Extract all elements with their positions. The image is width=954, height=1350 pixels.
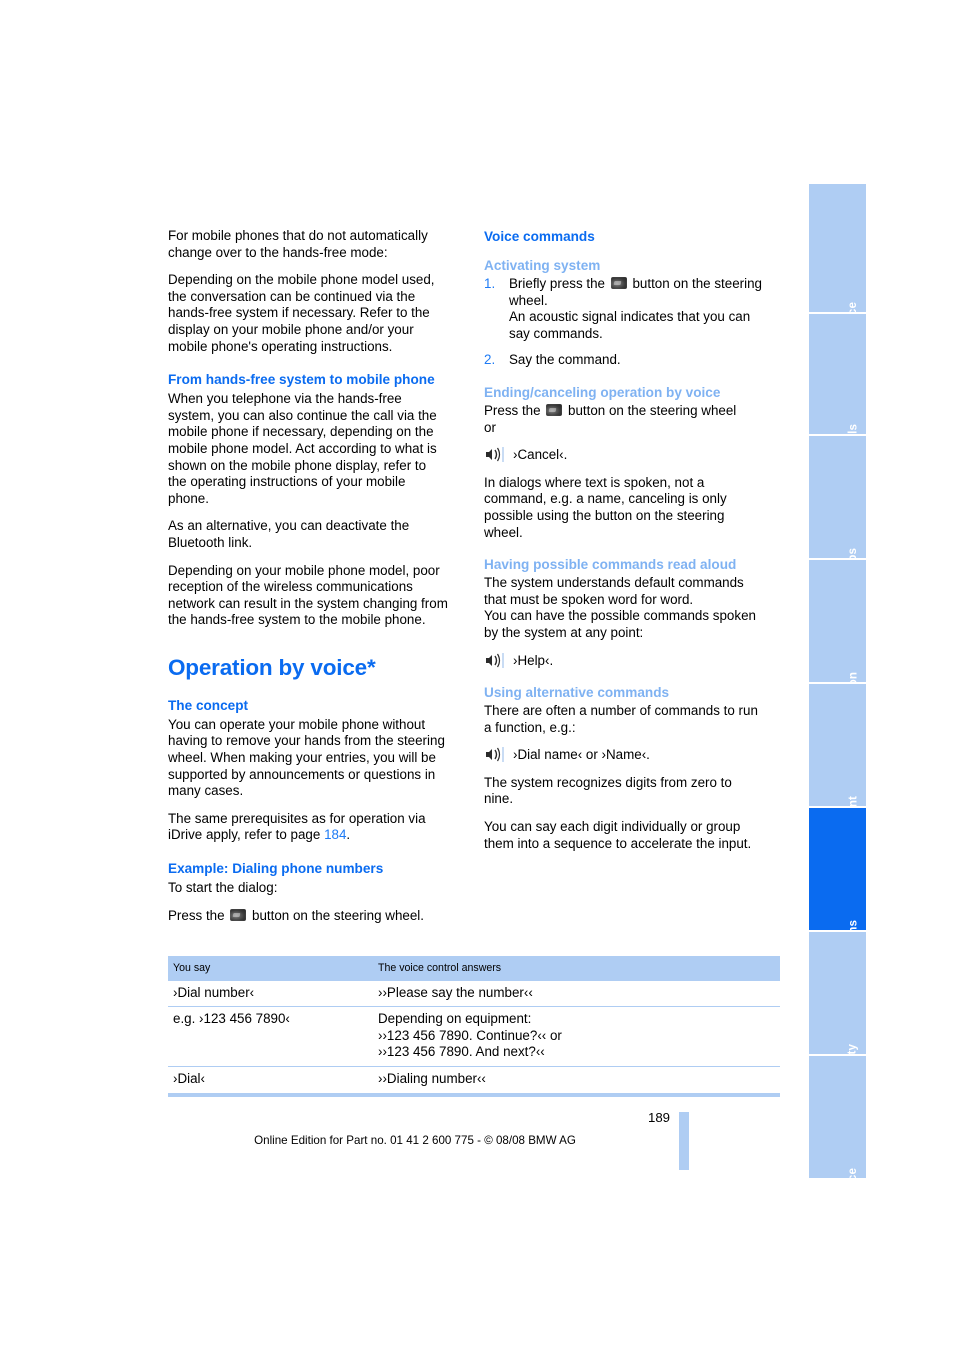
alternative-paragraph-1: There are often a number of commands to …: [484, 703, 758, 735]
column-header-you-say: You say: [168, 956, 373, 981]
sidebar-tab-reference[interactable]: Reference: [809, 1056, 866, 1225]
table-row: ›Dial number‹ ››Please say the number‹‹: [168, 980, 780, 1008]
answer-line: ››123 456 7890. And next?‹‹: [378, 1044, 545, 1060]
heading-alternative-commands: Using alternative commands: [484, 685, 670, 701]
table-header-row: You say The voice control answers: [168, 956, 780, 981]
cell-answer: ››Please say the number‹‹: [373, 980, 780, 1008]
alternative-paragraph-2: The system recognizes digits from zero t…: [484, 774, 732, 807]
voice-command-text: ›Dial name‹ or ›Name‹.: [513, 747, 650, 763]
example-paragraph-1: To start the dialog:: [168, 880, 278, 896]
step-number: 1.: [484, 276, 496, 291]
ending-text-before: Press the: [484, 402, 545, 418]
sidebar-tab-driving-tips[interactable]: Driving tips: [809, 436, 866, 613]
heading-voice-commands: Voice commands: [484, 229, 595, 244]
sidebar-tab-entertainment[interactable]: Entertainment: [809, 684, 866, 875]
table-row: e.g. ›123 456 7890‹ Depending on equipme…: [168, 1006, 780, 1067]
handsfree-paragraph-3: Depending on your mobile phone model, po…: [168, 562, 448, 628]
step-text-before: Briefly press the: [509, 276, 609, 291]
page-reference-link[interactable]: 184: [324, 827, 346, 842]
table-row: ›Dial‹ ››Dialing number‹‹: [168, 1066, 780, 1097]
voice-command-dial-name: ›Dial name‹ or ›Name‹.: [484, 747, 764, 764]
readaloud-paragraph-2: You can have the possible commands spoke…: [484, 608, 756, 640]
concept-text-after: .: [346, 827, 351, 843]
intro-paragraph-2: Depending on the mobile phone model used…: [168, 272, 435, 354]
activating-system-steps: 1. Briefly press the button on the steeri…: [484, 276, 764, 369]
voice-command-icon: [484, 747, 504, 763]
chapter-tab-strip: At a glance Controls Driving tips Naviga…: [809, 184, 866, 1225]
voice-command-text: ›Cancel‹.: [513, 447, 568, 463]
voice-dialog-table: You say The voice control answers ›Dial …: [168, 956, 780, 1097]
step-item: 1. Briefly press the button on the steeri…: [484, 276, 764, 342]
voice-command-text: ›Help‹.: [513, 652, 554, 668]
tab-label: Reference: [846, 1168, 859, 1225]
handsfree-paragraph-2: As an alternative, you can deactivate th…: [168, 518, 410, 550]
ending-text-after: button on the steering wheel: [564, 402, 737, 418]
heading-ending-canceling: Ending/canceling operation by voice: [484, 384, 721, 400]
handsfree-paragraph-1: When you telephone via the hands-free sy…: [168, 391, 437, 506]
step-item: 2. Say the command.: [484, 352, 764, 369]
sidebar-tab-controls[interactable]: Controls: [809, 314, 866, 472]
alternative-paragraph-3: You can say each digit individually or g…: [484, 819, 752, 851]
voice-command-cancel: ›Cancel‹.: [484, 447, 764, 464]
sidebar-tab-at-a-glance[interactable]: At a glance: [809, 184, 866, 365]
step-number: 2.: [484, 352, 496, 368]
ending-paragraph-3: In dialogs where text is spoken, not a c…: [484, 474, 727, 540]
steering-wheel-button-icon: [230, 908, 247, 921]
cell-you-say: e.g. ›123 456 7890‹: [168, 1006, 373, 1067]
answer-line: Depending on equipment:: [378, 1011, 532, 1027]
right-text-column: Voice commands Activating system 1. Brief…: [484, 228, 764, 863]
sidebar-tab-mobility[interactable]: Mobility: [809, 932, 866, 1089]
intro-paragraph-1: For mobile phones that do not automatica…: [168, 228, 428, 260]
ending-or-text: or: [484, 419, 496, 435]
left-text-column: For mobile phones that do not automatica…: [168, 228, 448, 935]
answer-line: ››123 456 7890. Continue?‹‹ or: [378, 1027, 562, 1043]
voice-command-icon: [484, 652, 504, 668]
heading-read-aloud: Having possible commands read aloud: [484, 557, 737, 573]
page-title: Operation by voice*: [168, 654, 376, 680]
footer-marker-bar: [679, 1112, 689, 1170]
readaloud-paragraph-1: The system understands default commands …: [484, 575, 744, 607]
voice-command-icon: [484, 447, 504, 463]
ending-paragraph-1: Press the button on the steering wheel: [484, 403, 764, 420]
heading-example-dialing: Example: Dialing phone numbers: [168, 861, 384, 877]
footer-edition-note: Online Edition for Part no. 01 41 2 600 …: [254, 1134, 576, 1147]
example-paragraph-2: Press the button on the steering wheel.: [168, 908, 448, 925]
steering-wheel-button-icon: [546, 403, 563, 416]
answer-line: ››Please say the number‹‹: [378, 984, 533, 1000]
manual-page: For mobile phones that do not automatica…: [0, 0, 954, 1350]
steering-wheel-button-icon: [610, 277, 627, 289]
heading-handsfree-to-mobile: From hands-free system to mobile phone: [168, 372, 435, 388]
example-text-before: Press the: [168, 907, 229, 923]
example-text-after: button on the steering wheel.: [248, 907, 424, 923]
step-extra-text: An acoustic signal indicates that you ca…: [509, 309, 751, 341]
cell-you-say: ›Dial‹: [168, 1066, 373, 1097]
heading-activating-system: Activating system: [484, 258, 601, 273]
concept-text-before: The same prerequisites as for operation …: [168, 810, 426, 843]
column-header-voice-answers: The voice control answers: [373, 956, 780, 981]
concept-paragraph-2: The same prerequisites as for operation …: [168, 811, 448, 844]
concept-paragraph-1: You can operate your mobile phone withou…: [168, 716, 445, 799]
heading-the-concept: The concept: [168, 697, 249, 713]
step-text-before: Say the command.: [509, 352, 621, 368]
page-number: 189: [647, 1110, 670, 1125]
cell-answer: ››Dialing number‹‹: [373, 1066, 780, 1097]
voice-command-help: ›Help‹.: [484, 652, 764, 670]
sidebar-tab-navigation[interactable]: Navigation: [809, 560, 866, 732]
cell-you-say: ›Dial number‹: [168, 980, 373, 1008]
answer-line: ››Dialing number‹‹: [378, 1070, 486, 1086]
cell-answer: Depending on equipment: ››123 456 7890. …: [373, 1006, 780, 1067]
sidebar-tab-communications[interactable]: Communications: [809, 808, 866, 1015]
